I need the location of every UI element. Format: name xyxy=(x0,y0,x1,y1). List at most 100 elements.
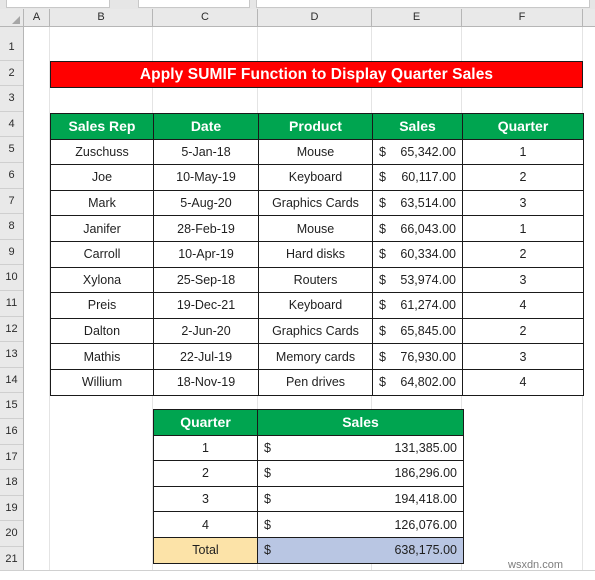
cell-quarter: 2 xyxy=(462,240,584,268)
column-header-e[interactable]: E xyxy=(372,9,462,26)
column-header-product[interactable]: Product xyxy=(258,113,373,140)
cell-quarter: 1 xyxy=(462,215,584,242)
cell-sales-rep: Mathis xyxy=(50,343,154,370)
cell-quarter: 4 xyxy=(462,292,584,319)
row-header-14[interactable]: 14 xyxy=(0,368,23,394)
summary-table-row: 3 $194,418.00 xyxy=(153,485,464,513)
row-header-20[interactable]: 20 xyxy=(0,521,23,547)
summary-column-header-sales[interactable]: Sales xyxy=(257,409,464,436)
table-row: Xylona 25-Sep-18 Routers $53,974.00 3 xyxy=(50,266,584,294)
currency-symbol: $ xyxy=(379,196,386,211)
total-sales-value: 638,175.00 xyxy=(394,543,457,558)
cell-date: 2-Jun-20 xyxy=(153,317,259,345)
summary-sales-value: 194,418.00 xyxy=(394,492,457,507)
sheet-canvas[interactable]: Apply SUMIF Function to Display Quarter … xyxy=(24,27,595,571)
cell-date: 19-Dec-21 xyxy=(153,292,259,319)
cell-date: 5-Jan-18 xyxy=(153,138,259,166)
currency-symbol: $ xyxy=(379,272,386,287)
row-header-19[interactable]: 19 xyxy=(0,496,23,522)
row-header-8[interactable]: 8 xyxy=(0,214,23,240)
cell-quarter: 2 xyxy=(462,317,584,345)
cell-product: Hard disks xyxy=(258,240,373,268)
column-header-sales-rep[interactable]: Sales Rep xyxy=(50,113,154,140)
cell-sales-rep: Carroll xyxy=(50,240,154,268)
row-header-17[interactable]: 17 xyxy=(0,445,23,471)
total-label: Total xyxy=(153,536,258,564)
column-header-a[interactable]: A xyxy=(24,9,50,26)
cell-date: 5-Aug-20 xyxy=(153,189,259,217)
currency-symbol: $ xyxy=(379,247,386,262)
cell-sales-rep: Dalton xyxy=(50,317,154,345)
column-header-f[interactable]: F xyxy=(462,9,583,26)
column-header-quarter[interactable]: Quarter xyxy=(462,113,584,140)
sales-value: 60,334.00 xyxy=(400,247,456,262)
chrome-box-2 xyxy=(138,0,250,8)
cell-sales-rep: Mark xyxy=(50,189,154,217)
cell-product: Graphics Cards xyxy=(258,317,373,345)
summary-total-row: Total $638,175.00 xyxy=(153,536,464,564)
cell-product: Mouse xyxy=(258,215,373,242)
select-all-button[interactable] xyxy=(0,9,24,26)
cell-product: Keyboard xyxy=(258,164,373,191)
summary-table-row: 4 $126,076.00 xyxy=(153,511,464,538)
cell-quarter: 3 xyxy=(462,266,584,294)
cell-date: 28-Feb-19 xyxy=(153,215,259,242)
currency-symbol: $ xyxy=(379,324,386,339)
summary-currency-symbol: $ xyxy=(264,517,271,532)
column-header-sales[interactable]: Sales xyxy=(372,113,463,140)
cell-sales-amount: $60,117.00 xyxy=(372,164,463,191)
cell-sales-amount: $638,175.00 xyxy=(257,536,464,564)
row-header-7[interactable]: 7 xyxy=(0,189,23,215)
cell-sales-rep: Zuschuss xyxy=(50,138,154,166)
cell-sales-amount: $65,845.00 xyxy=(372,317,463,345)
cell-sales-rep: Willium xyxy=(50,368,154,396)
total-currency-symbol: $ xyxy=(264,543,271,558)
row-header-11[interactable]: 11 xyxy=(0,291,23,317)
cell-sales-amount: $186,296.00 xyxy=(257,460,464,487)
row-header-6[interactable]: 6 xyxy=(0,163,23,189)
row-header-18[interactable]: 18 xyxy=(0,470,23,496)
sales-table-header-row: Sales Rep Date Product Sales Quarter xyxy=(50,113,584,140)
row-header-2[interactable]: 2 xyxy=(0,61,23,87)
cell-quarter: 3 xyxy=(462,189,584,217)
sales-value: 65,845.00 xyxy=(400,324,456,339)
row-header-9[interactable]: 9 xyxy=(0,240,23,266)
cell-sales-rep: Janifer xyxy=(50,215,154,242)
row-header-3[interactable]: 3 xyxy=(0,86,23,112)
quarter-summary-table: Quarter Sales 1 $131,385.00 2 $186,296.00 3 $… xyxy=(153,409,464,564)
row-header-12[interactable]: 12 xyxy=(0,317,23,343)
summary-currency-symbol: $ xyxy=(264,492,271,507)
row-header-1[interactable]: 1 xyxy=(0,35,23,61)
table-row: Zuschuss 5-Jan-18 Mouse $65,342.00 1 xyxy=(50,138,584,166)
sales-value: 63,514.00 xyxy=(400,196,456,211)
row-header-10[interactable]: 10 xyxy=(0,265,23,291)
cell-date: 25-Sep-18 xyxy=(153,266,259,294)
sales-value: 60,117.00 xyxy=(401,170,456,185)
summary-table-row: 1 $131,385.00 xyxy=(153,434,464,462)
cell-date: 22-Jul-19 xyxy=(153,343,259,370)
cell-quarter: 1 xyxy=(462,138,584,166)
chrome-box-1 xyxy=(6,0,110,8)
cell-product: Graphics Cards xyxy=(258,189,373,217)
sales-value: 76,930.00 xyxy=(400,349,456,364)
column-header-d[interactable]: D xyxy=(258,9,372,26)
row-header-15[interactable]: 15 xyxy=(0,393,23,419)
summary-table-header-row: Quarter Sales xyxy=(153,409,464,436)
table-row: Mathis 22-Jul-19 Memory cards $76,930.00 3 xyxy=(50,343,584,370)
row-header-5[interactable]: 5 xyxy=(0,137,23,163)
sales-value: 53,974.00 xyxy=(400,272,456,287)
row-header-4[interactable]: 4 xyxy=(0,112,23,138)
currency-symbol: $ xyxy=(379,221,386,236)
column-header-c[interactable]: C xyxy=(153,9,258,26)
row-header-16[interactable]: 16 xyxy=(0,419,23,445)
row-header-13[interactable]: 13 xyxy=(0,342,23,368)
column-header-b[interactable]: B xyxy=(50,9,153,26)
sales-value: 64,802.00 xyxy=(400,375,456,390)
column-header-date[interactable]: Date xyxy=(153,113,259,140)
cell-sales-amount: $66,043.00 xyxy=(372,215,463,242)
row-header-21[interactable]: 21 xyxy=(0,547,23,573)
currency-symbol: $ xyxy=(379,170,386,185)
summary-column-header-quarter[interactable]: Quarter xyxy=(153,409,258,436)
cell-product: Memory cards xyxy=(258,343,373,370)
summary-cell-quarter: 4 xyxy=(153,511,258,538)
